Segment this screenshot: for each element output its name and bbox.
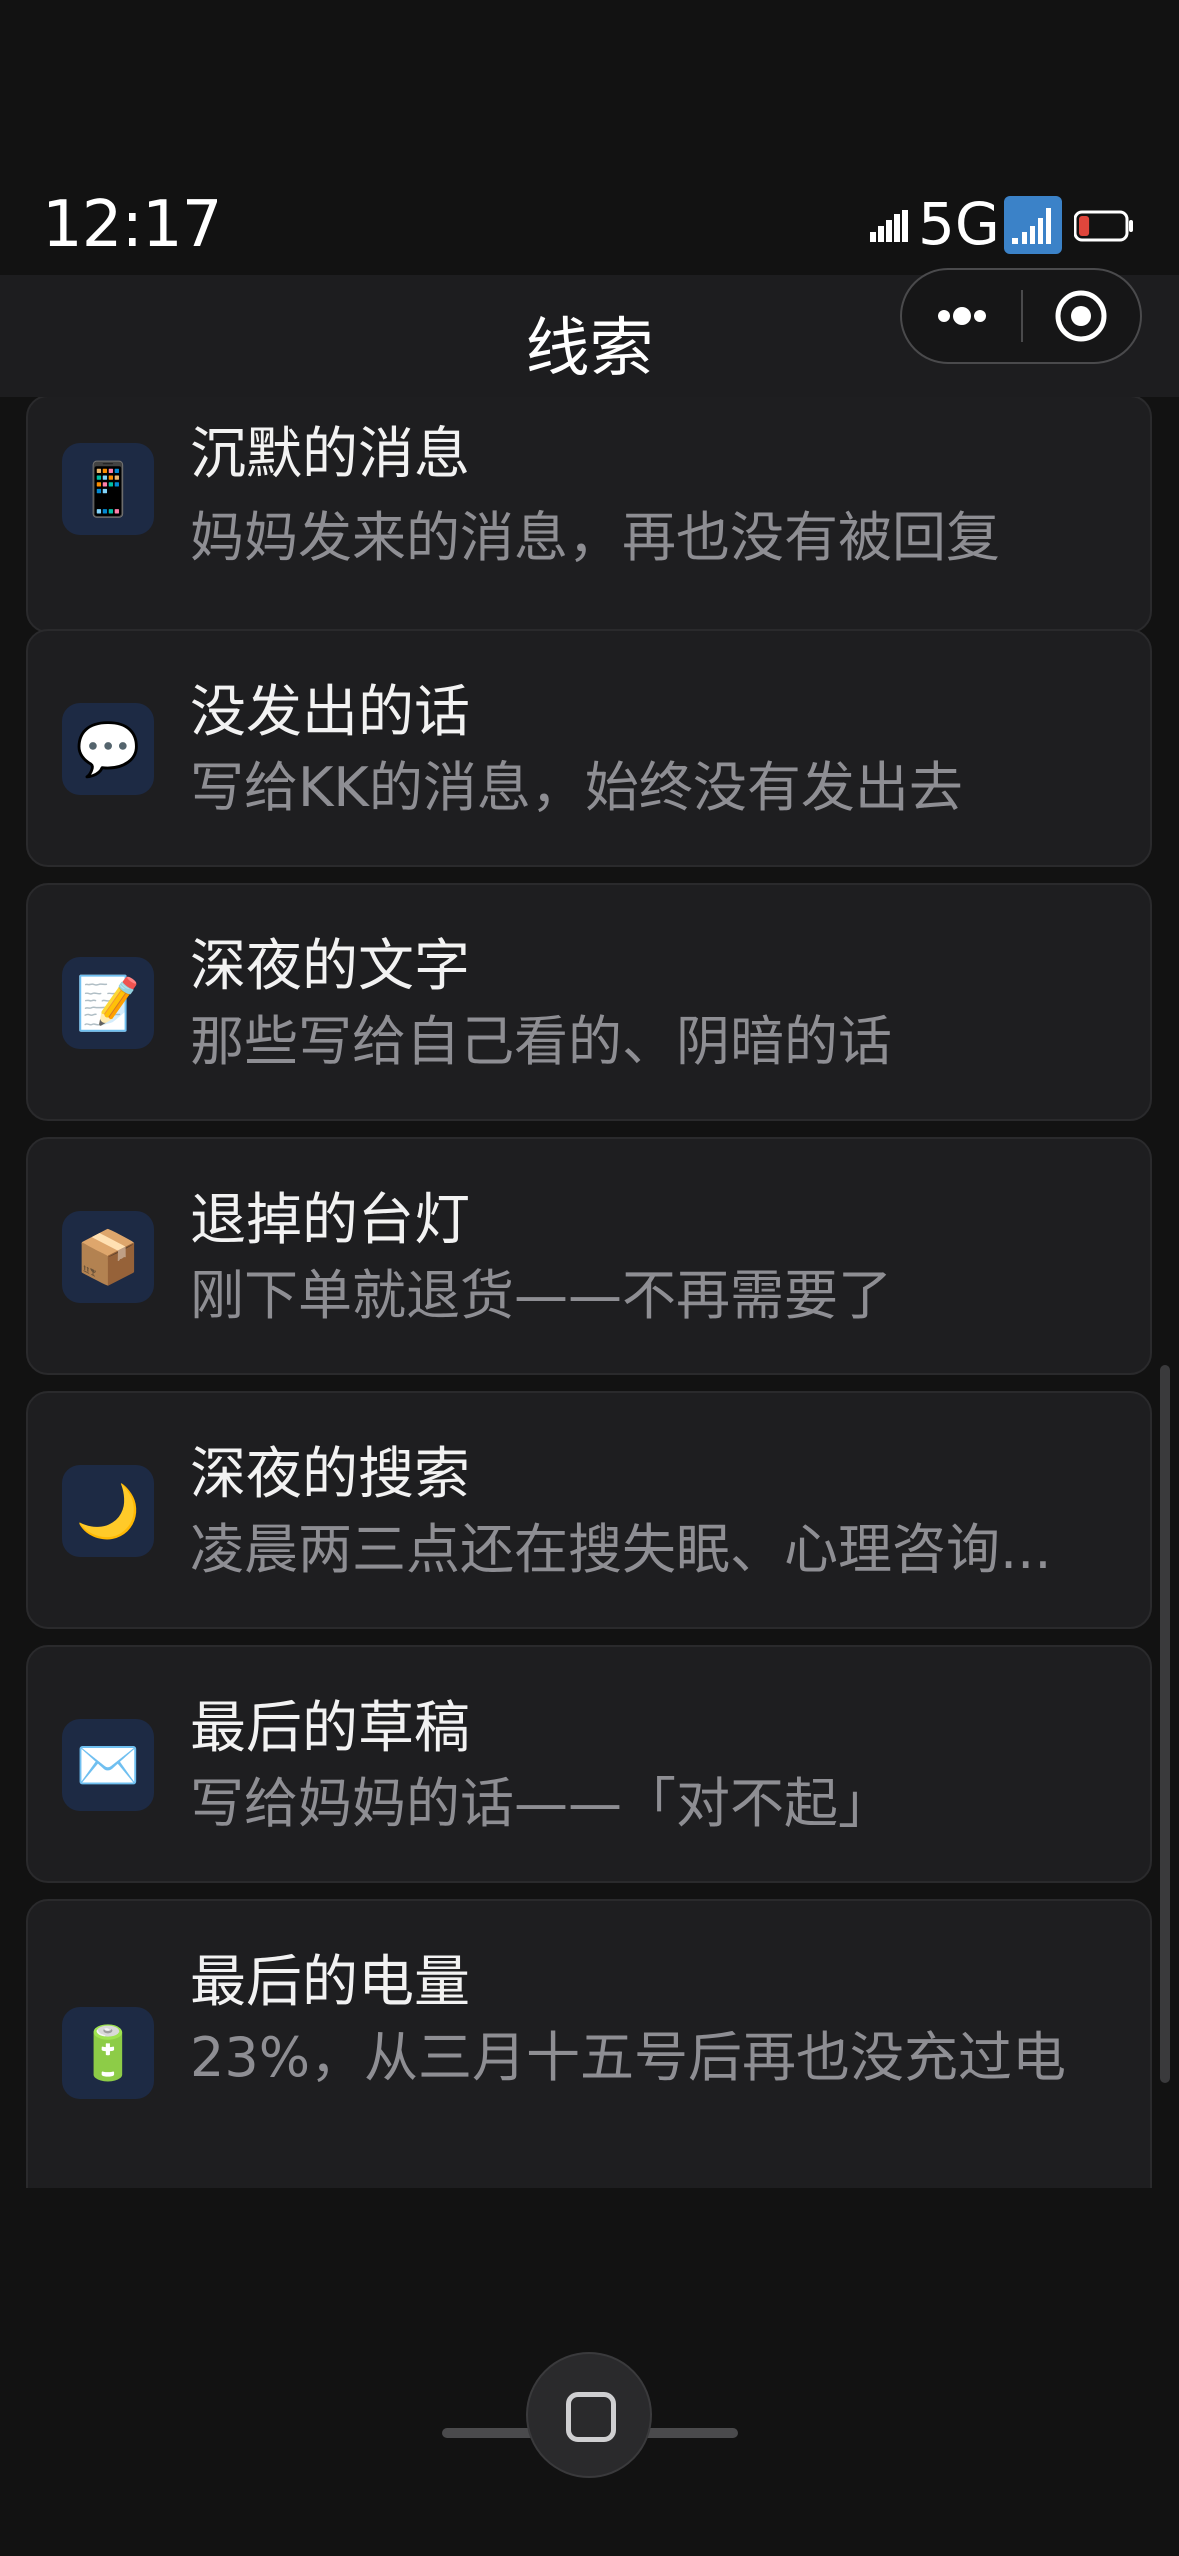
- clue-description: 妈妈发来的消息，再也没有被回复: [190, 506, 1000, 569]
- clue-description: 写给KK的消息，始终没有发出去: [190, 756, 963, 819]
- clue-title: 退掉的台灯: [190, 1188, 470, 1253]
- clue-description: 那些写给自己看的、阴暗的话: [190, 1010, 892, 1073]
- package-icon: 📦: [62, 1211, 154, 1303]
- phone-icon: 📱: [62, 443, 154, 535]
- network-type: 5G: [918, 190, 1000, 258]
- clue-description: 写给妈妈的话——「对不起」: [190, 1772, 892, 1835]
- home-button[interactable]: [526, 2352, 652, 2478]
- status-time: 12:17: [42, 188, 222, 262]
- battery-icon: [1074, 210, 1133, 242]
- target-circle-icon: [1055, 290, 1107, 342]
- mini-program-capsule: [900, 268, 1142, 364]
- clue-title: 深夜的搜索: [190, 1442, 470, 1507]
- clue-title: 最后的电量: [190, 1950, 470, 2015]
- clue-card[interactable]: 💬 没发出的话 写给KK的消息，始终没有发出去: [26, 629, 1152, 867]
- more-button[interactable]: [902, 270, 1021, 362]
- clue-description: 刚下单就退货——不再需要了: [190, 1264, 892, 1327]
- speech-bubble-icon: 💬: [62, 703, 154, 795]
- close-button[interactable]: [1023, 270, 1140, 362]
- more-dots-icon: [938, 307, 986, 325]
- clue-title: 沉默的消息: [190, 422, 470, 487]
- clue-list[interactable]: 📱 沉默的消息 妈妈发来的消息，再也没有被回复 💬 没发出的话 写给KK的消息，…: [0, 397, 1179, 2188]
- crescent-moon-icon: 🌙: [62, 1465, 154, 1557]
- clue-title: 最后的草稿: [190, 1696, 470, 1761]
- square-icon: [566, 2392, 616, 2442]
- hd-signal-icon: [1004, 196, 1062, 254]
- clue-description: 23%，从三月十五号后再也没充过电: [190, 2026, 1067, 2089]
- battery-icon: 🔋: [62, 2007, 154, 2099]
- clue-title: 没发出的话: [190, 680, 470, 745]
- cellular-signal-icon: [870, 210, 908, 242]
- clue-card[interactable]: 📝 深夜的文字 那些写给自己看的、阴暗的话: [26, 883, 1152, 1121]
- status-bar: 12:17 5G: [0, 0, 1179, 275]
- clue-card[interactable]: ✉️ 最后的草稿 写给妈妈的话——「对不起」: [26, 1645, 1152, 1883]
- clue-title: 深夜的文字: [190, 934, 470, 999]
- clue-card[interactable]: 📦 退掉的台灯 刚下单就退货——不再需要了: [26, 1137, 1152, 1375]
- envelope-icon: ✉️: [62, 1719, 154, 1811]
- clue-card[interactable]: 📱 沉默的消息 妈妈发来的消息，再也没有被回复: [26, 397, 1152, 633]
- memo-icon: 📝: [62, 957, 154, 1049]
- clue-description: 凌晨两三点还在搜失眠、心理咨询...: [190, 1518, 1052, 1581]
- clue-card[interactable]: 🔋 最后的电量 23%，从三月十五号后再也没充过电: [26, 1899, 1152, 2188]
- scrollbar[interactable]: [1160, 1365, 1170, 2083]
- clue-card[interactable]: 🌙 深夜的搜索 凌晨两三点还在搜失眠、心理咨询...: [26, 1391, 1152, 1629]
